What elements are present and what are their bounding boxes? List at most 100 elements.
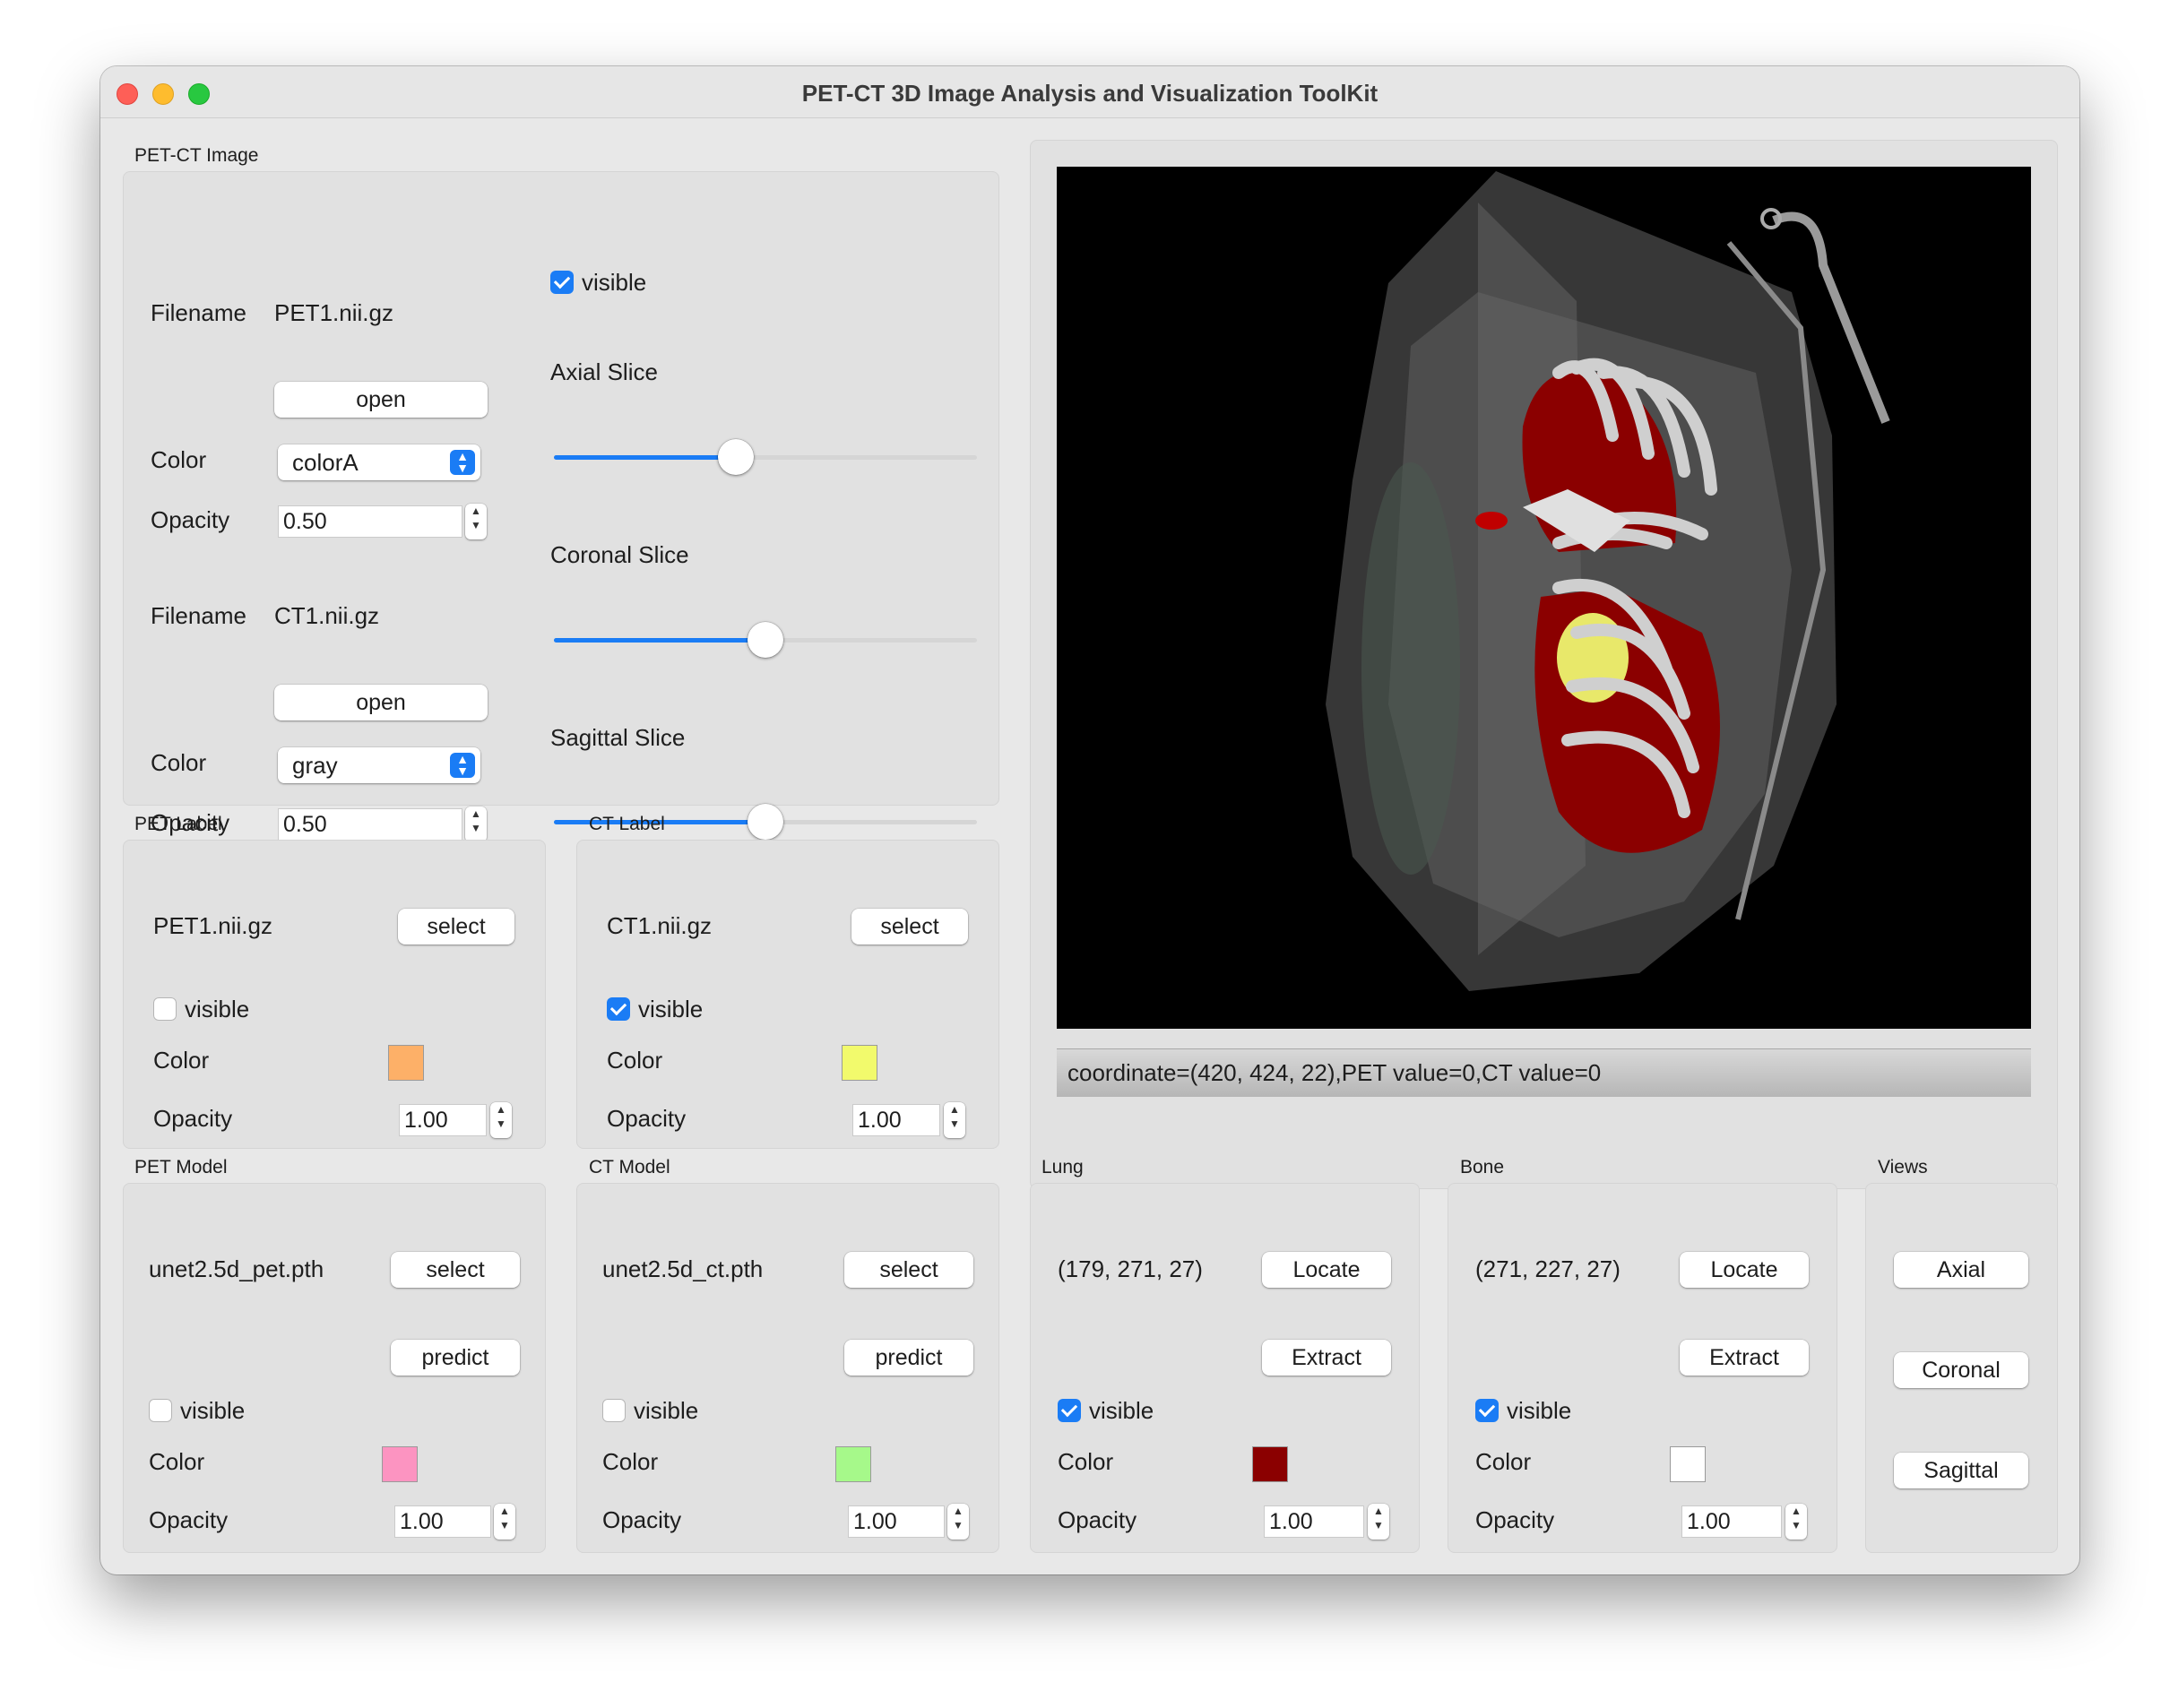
- pet-label-color-swatch[interactable]: [388, 1045, 424, 1081]
- lung-locate-button[interactable]: Locate: [1262, 1252, 1391, 1288]
- pet-filename-value: PET1.nii.gz: [274, 299, 393, 326]
- ct-opacity-input[interactable]: 0.50: [278, 808, 462, 841]
- pet-opacity-label: Opacity: [151, 506, 230, 533]
- bone-locate-button[interactable]: Locate: [1680, 1252, 1809, 1288]
- pet-label-color-label: Color: [153, 1047, 210, 1074]
- status-bar: coordinate=(420, 424, 22),PET value=0,CT…: [1057, 1048, 2031, 1097]
- lung-extract-button[interactable]: Extract: [1262, 1340, 1391, 1376]
- ct-model-select-button[interactable]: select: [844, 1252, 973, 1288]
- lung-visible-checkbox[interactable]: [1058, 1399, 1081, 1422]
- pet-color-select[interactable]: colorA ▲ ▼: [278, 444, 480, 480]
- ct-filename-label: Filename: [151, 602, 246, 629]
- ct-filename-value: CT1.nii.gz: [274, 602, 380, 629]
- lung-opacity-label: Opacity: [1058, 1506, 1137, 1533]
- pet-label-visible-checkbox[interactable]: [153, 997, 177, 1021]
- ct-model-group-title: CT Model: [589, 1157, 670, 1177]
- view-coronal-button[interactable]: Coronal: [1894, 1352, 2028, 1388]
- axial-slice-fill: [554, 455, 736, 460]
- bone-group: (271, 227, 27) Locate Extract visible Co…: [1448, 1183, 1837, 1553]
- ct-model-opacity-input[interactable]: 1.00: [848, 1505, 945, 1538]
- title-bar: PET-CT 3D Image Analysis and Visualizati…: [100, 66, 2079, 118]
- bone-opacity-input[interactable]: 1.00: [1681, 1505, 1782, 1538]
- lung-color-swatch[interactable]: [1252, 1446, 1288, 1482]
- pet-open-button[interactable]: open: [274, 382, 488, 418]
- ct-label-opacity-label: Opacity: [607, 1105, 687, 1132]
- ct-label-visible-label: visible: [638, 996, 704, 1022]
- ct-label-filename: CT1.nii.gz: [607, 912, 713, 939]
- sagittal-slice-handle[interactable]: [748, 804, 783, 840]
- ct-label-opacity-stepper[interactable]: ▲ ▼: [944, 1102, 965, 1138]
- view-axial-button[interactable]: Axial: [1894, 1252, 2028, 1288]
- petct-image-group: Filename PET1.nii.gz open Color colorA ▲…: [123, 171, 999, 842]
- pet-model-visible-checkbox[interactable]: [149, 1399, 172, 1422]
- coronal-slice-fill: [554, 638, 765, 643]
- bone-group-title: Bone: [1460, 1157, 1505, 1177]
- petct-visible-checkbox[interactable]: [550, 271, 574, 294]
- pet-label-opacity-stepper[interactable]: ▲ ▼: [490, 1102, 512, 1138]
- thorax-3d-render: [1326, 171, 1890, 991]
- pet-model-predict-button[interactable]: predict: [391, 1340, 520, 1376]
- ct-color-select[interactable]: gray ▲ ▼: [278, 747, 480, 783]
- ct-color-select-value: gray: [292, 752, 338, 779]
- bone-visible-label: visible: [1507, 1397, 1572, 1424]
- ct-model-predict-button[interactable]: predict: [844, 1340, 973, 1376]
- ct-label-opacity-input[interactable]: 1.00: [852, 1104, 940, 1136]
- bone-opacity-label: Opacity: [1475, 1506, 1555, 1533]
- pet-label-group: PET1.nii.gz select visible Color Opacity…: [123, 840, 546, 1149]
- ct-label-color-swatch[interactable]: [842, 1045, 877, 1081]
- bone-color-swatch[interactable]: [1670, 1446, 1706, 1482]
- view-sagittal-button[interactable]: Sagittal: [1894, 1453, 2028, 1488]
- ct-label-select-button[interactable]: select: [851, 909, 968, 945]
- pet-model-group-title: PET Model: [134, 1157, 228, 1177]
- pet-model-color-swatch[interactable]: [382, 1446, 418, 1482]
- pet-model-opacity-stepper[interactable]: ▲ ▼: [494, 1504, 515, 1540]
- pet-model-opacity-input[interactable]: 1.00: [394, 1505, 491, 1538]
- lung-opacity-input[interactable]: 1.00: [1264, 1505, 1364, 1538]
- pet-opacity-stepper[interactable]: ▲ ▼: [465, 504, 487, 539]
- pet-opacity-input[interactable]: 0.50: [278, 505, 462, 538]
- axial-slice-label: Axial Slice: [550, 358, 658, 385]
- pet-model-select-button[interactable]: select: [391, 1252, 520, 1288]
- coronal-slice-label: Coronal Slice: [550, 541, 689, 568]
- pet-color-label: Color: [151, 446, 207, 473]
- bone-opacity-stepper[interactable]: ▲ ▼: [1785, 1504, 1807, 1540]
- app-window: PET-CT 3D Image Analysis and Visualizati…: [100, 66, 2079, 1574]
- ct-label-visible-checkbox[interactable]: [607, 997, 630, 1021]
- bone-extract-button[interactable]: Extract: [1680, 1340, 1809, 1376]
- ct-label-color-label: Color: [607, 1047, 663, 1074]
- sagittal-slice-label: Sagittal Slice: [550, 724, 686, 751]
- pet-model-color-label: Color: [149, 1448, 205, 1475]
- lung-coordinate: (179, 271, 27): [1058, 1255, 1203, 1282]
- pet-model-group: unet2.5d_pet.pth select predict visible …: [123, 1183, 546, 1553]
- viewer-panel: coordinate=(420, 424, 22),PET value=0,CT…: [1030, 140, 2058, 1189]
- render-view-3d[interactable]: [1057, 167, 2031, 1029]
- chevron-updown-icon: ▲ ▼: [450, 450, 475, 475]
- bone-coordinate: (271, 227, 27): [1475, 1255, 1621, 1282]
- axial-slice-slider[interactable]: [554, 439, 977, 475]
- bone-visible-checkbox[interactable]: [1475, 1399, 1499, 1422]
- ct-model-opacity-stepper[interactable]: ▲ ▼: [947, 1504, 969, 1540]
- ct-model-group: unet2.5d_ct.pth select predict visible C…: [576, 1183, 999, 1553]
- ct-model-color-label: Color: [602, 1448, 659, 1475]
- pet-model-opacity-label: Opacity: [149, 1506, 229, 1533]
- pet-model-filename: unet2.5d_pet.pth: [149, 1255, 324, 1282]
- petct-group-title: PET-CT Image: [134, 145, 259, 166]
- axial-slice-handle[interactable]: [717, 439, 754, 475]
- lung-group-title: Lung: [1041, 1157, 1084, 1177]
- pet-color-select-value: colorA: [292, 449, 359, 476]
- pet-label-opacity-input[interactable]: 1.00: [399, 1104, 487, 1136]
- ct-model-visible-checkbox[interactable]: [602, 1399, 626, 1422]
- ct-opacity-stepper[interactable]: ▲ ▼: [465, 807, 487, 842]
- ct-color-label: Color: [151, 749, 207, 776]
- views-group-title: Views: [1878, 1157, 1928, 1177]
- ct-model-color-swatch[interactable]: [835, 1446, 871, 1482]
- coronal-slice-handle[interactable]: [748, 622, 783, 658]
- pet-model-visible-label: visible: [180, 1397, 246, 1424]
- pet-label-select-button[interactable]: select: [398, 909, 514, 945]
- lung-opacity-stepper[interactable]: ▲ ▼: [1368, 1504, 1389, 1540]
- coronal-slice-slider[interactable]: [554, 622, 977, 658]
- pet-filename-label: Filename: [151, 299, 246, 326]
- chevron-updown-icon: ▲ ▼: [450, 753, 475, 778]
- ct-open-button[interactable]: open: [274, 685, 488, 720]
- pet-label-group-title: PET Label: [134, 814, 222, 834]
